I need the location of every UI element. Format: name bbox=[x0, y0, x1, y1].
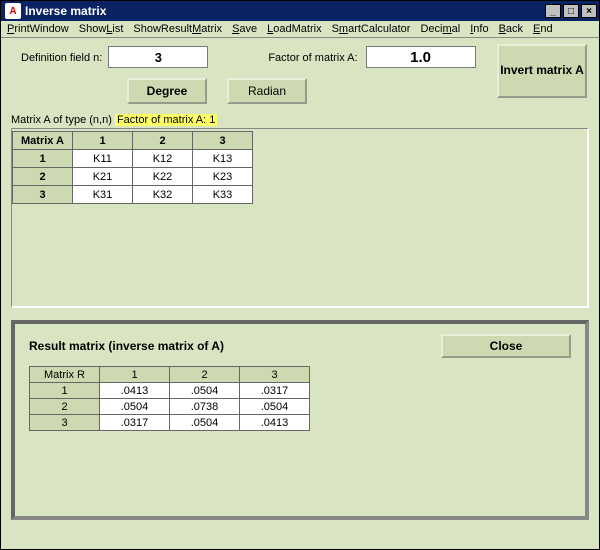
window-title: Inverse matrix bbox=[25, 4, 106, 18]
matrix-a-col-header: 3 bbox=[193, 132, 253, 150]
result-table: Matrix R1231.0413.0504.03172.0504.0738.0… bbox=[29, 366, 310, 431]
result-row-header: 2 bbox=[30, 399, 100, 415]
matrix-a-cell[interactable]: K11 bbox=[73, 150, 133, 168]
result-row-header: 3 bbox=[30, 415, 100, 431]
result-cell: .0413 bbox=[100, 383, 170, 399]
menu-item-printwindow[interactable]: PrintWindow bbox=[7, 23, 69, 35]
matrix-a-cell[interactable]: K21 bbox=[73, 168, 133, 186]
matrix-a-cell[interactable]: K13 bbox=[193, 150, 253, 168]
menu-item-end[interactable]: End bbox=[533, 23, 553, 35]
menu-item-loadmatrix[interactable]: LoadMatrix bbox=[267, 23, 321, 35]
factor-input[interactable] bbox=[366, 46, 476, 68]
matrix-a-row-header: 2 bbox=[13, 168, 73, 186]
matrix-a-cell[interactable]: K23 bbox=[193, 168, 253, 186]
factor-label: Factor of matrix A: bbox=[268, 52, 357, 64]
menu-item-info[interactable]: Info bbox=[470, 23, 488, 35]
degree-button[interactable]: Degree bbox=[127, 78, 207, 104]
matrix-a-col-header: 1 bbox=[73, 132, 133, 150]
matrix-a-cell[interactable]: K31 bbox=[73, 186, 133, 204]
result-panel: Result matrix (inverse matrix of A) Clos… bbox=[11, 320, 589, 520]
table-row: 2K21K22K23 bbox=[13, 168, 253, 186]
table-row: 3.0317.0504.0413 bbox=[30, 415, 310, 431]
menu-item-back[interactable]: Back bbox=[499, 23, 523, 35]
definition-label: Definition field n: bbox=[21, 52, 102, 64]
minimize-button[interactable]: _ bbox=[545, 4, 561, 18]
result-cell: .0317 bbox=[240, 383, 310, 399]
close-result-button[interactable]: Close bbox=[441, 334, 571, 358]
matrix-a-label: Matrix A of type (n,n) Factor of matrix … bbox=[11, 114, 589, 126]
close-window-button[interactable]: × bbox=[581, 4, 597, 18]
content-area: Definition field n: Factor of matrix A: … bbox=[1, 38, 599, 549]
matrix-a-col-header: 2 bbox=[133, 132, 193, 150]
table-row: 1K11K12K13 bbox=[13, 150, 253, 168]
menubar: PrintWindow ShowList ShowResultMatrix Save L… bbox=[1, 21, 599, 38]
result-cell: .0504 bbox=[170, 383, 240, 399]
result-cell: .0317 bbox=[100, 415, 170, 431]
menu-item-smartcalculator[interactable]: SmartCalculator bbox=[332, 23, 411, 35]
result-corner: Matrix R bbox=[30, 367, 100, 383]
result-cell: .0504 bbox=[100, 399, 170, 415]
menu-item-decimal[interactable]: Decimal bbox=[420, 23, 460, 35]
matrix-a-factor-highlight: Factor of matrix A: 1 bbox=[115, 114, 217, 126]
result-cell: .0504 bbox=[240, 399, 310, 415]
matrix-a-cell[interactable]: K32 bbox=[133, 186, 193, 204]
definition-input[interactable] bbox=[108, 46, 208, 68]
matrix-a-table: Matrix A1231K11K12K132K21K22K233K31K32K3… bbox=[12, 131, 253, 204]
matrix-a-cell[interactable]: K33 bbox=[193, 186, 253, 204]
radian-button[interactable]: Radian bbox=[227, 78, 307, 104]
result-col-header: 1 bbox=[100, 367, 170, 383]
result-col-header: 2 bbox=[170, 367, 240, 383]
app-icon: A bbox=[5, 3, 21, 19]
matrix-a-corner: Matrix A bbox=[13, 132, 73, 150]
result-title: Result matrix (inverse matrix of A) bbox=[29, 339, 224, 353]
result-cell: .0413 bbox=[240, 415, 310, 431]
matrix-a-cell[interactable]: K22 bbox=[133, 168, 193, 186]
matrix-a-row-header: 1 bbox=[13, 150, 73, 168]
result-cell: .0504 bbox=[170, 415, 240, 431]
table-row: 1.0413.0504.0317 bbox=[30, 383, 310, 399]
titlebar: A Inverse matrix _ □ × bbox=[1, 1, 599, 21]
menu-item-showresultmatrix[interactable]: ShowResultMatrix bbox=[133, 23, 222, 35]
table-row: 3K31K32K33 bbox=[13, 186, 253, 204]
result-col-header: 3 bbox=[240, 367, 310, 383]
menu-item-save[interactable]: Save bbox=[232, 23, 257, 35]
inverse-matrix-window: A Inverse matrix _ □ × PrintWindow ShowLi… bbox=[0, 0, 600, 550]
table-row: 2.0504.0738.0504 bbox=[30, 399, 310, 415]
result-row-header: 1 bbox=[30, 383, 100, 399]
result-cell: .0738 bbox=[170, 399, 240, 415]
matrix-a-cell[interactable]: K12 bbox=[133, 150, 193, 168]
matrix-a-row-header: 3 bbox=[13, 186, 73, 204]
menu-item-showlist[interactable]: ShowList bbox=[79, 23, 124, 35]
matrix-a-pane: Matrix A1231K11K12K132K21K22K233K31K32K3… bbox=[11, 128, 589, 308]
invert-matrix-button[interactable]: Invert matrix A bbox=[497, 44, 587, 98]
maximize-button[interactable]: □ bbox=[563, 4, 579, 18]
